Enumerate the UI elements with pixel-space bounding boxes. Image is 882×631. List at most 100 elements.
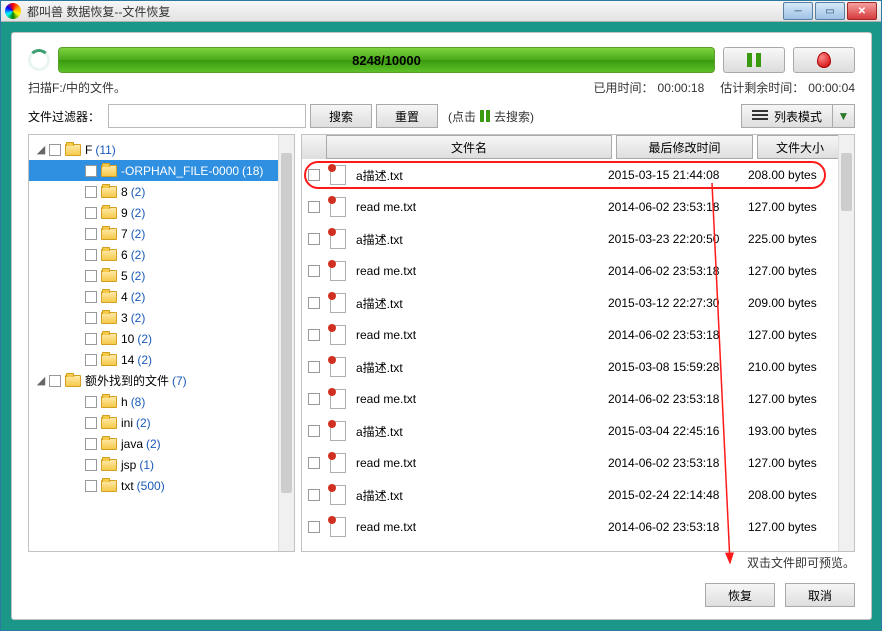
tree-item[interactable]: 4 (2)	[29, 286, 294, 307]
file-checkbox[interactable]	[308, 201, 320, 213]
tree-item[interactable]: ◢F (11)	[29, 139, 294, 160]
elapsed-value: 00:00:18	[658, 81, 705, 95]
tree-item-label: 3	[121, 311, 128, 325]
file-icon	[328, 420, 348, 442]
file-row[interactable]: read me.txt2014-06-02 23:53:18127.00 byt…	[302, 191, 838, 223]
viewmode-dropdown[interactable]: ▼	[833, 104, 855, 128]
pause-button[interactable]	[723, 47, 785, 73]
tree-item[interactable]: h (8)	[29, 391, 294, 412]
tree-item-label: 5	[121, 269, 128, 283]
tree-checkbox[interactable]	[85, 417, 97, 429]
file-checkbox[interactable]	[308, 329, 320, 341]
maximize-button[interactable]: ▭	[815, 2, 845, 20]
file-date: 2014-06-02 23:53:18	[608, 264, 748, 278]
tree-item[interactable]: ini (2)	[29, 412, 294, 433]
folder-icon	[101, 207, 117, 219]
tree-checkbox[interactable]	[85, 228, 97, 240]
tree-item[interactable]: 6 (2)	[29, 244, 294, 265]
tree-item[interactable]: ◢额外找到的文件 (7)	[29, 370, 294, 391]
reset-button[interactable]: 重置	[376, 104, 438, 128]
file-row[interactable]: a描述.txt2015-03-08 15:59:28210.00 bytes	[302, 351, 838, 383]
tree-item[interactable]: txt (500)	[29, 475, 294, 496]
tree-item-count: (18)	[242, 164, 263, 178]
file-row[interactable]: a描述.txt2015-03-04 22:45:16193.00 bytes	[302, 415, 838, 447]
tree-checkbox[interactable]	[85, 459, 97, 471]
tree-item-count: (11)	[95, 143, 115, 157]
file-row[interactable]: read me.txt2014-06-02 23:53:18127.00 byt…	[302, 511, 838, 543]
file-row[interactable]: a描述.txt2015-03-12 22:27:30209.00 bytes	[302, 287, 838, 319]
file-checkbox[interactable]	[308, 457, 320, 469]
minimize-button[interactable]: ─	[783, 2, 813, 20]
tree-checkbox[interactable]	[85, 396, 97, 408]
tree-item[interactable]: java (2)	[29, 433, 294, 454]
file-list[interactable]: a描述.txt2015-03-15 21:44:08208.00 bytesre…	[302, 159, 854, 551]
file-row[interactable]: read me.txt2014-06-02 23:53:18127.00 byt…	[302, 383, 838, 415]
main-panel: 8248/10000 扫描F:/中的文件。 已用时间： 00:00:18 估计剩…	[11, 32, 872, 620]
header-size[interactable]: 文件大小	[757, 135, 843, 159]
tree-checkbox[interactable]	[85, 165, 97, 177]
close-button[interactable]: ✕	[847, 2, 877, 20]
file-row[interactable]: a描述.txt2015-03-23 22:20:50225.00 bytes	[302, 223, 838, 255]
file-checkbox[interactable]	[308, 489, 320, 501]
tree-item[interactable]: 9 (2)	[29, 202, 294, 223]
folder-tree[interactable]: ◢F (11)-ORPHAN_FILE-0000 (18)8 (2)9 (2)7…	[29, 135, 294, 500]
tree-item[interactable]: -ORPHAN_FILE-0000 (18)	[29, 160, 294, 181]
tree-item[interactable]: 14 (2)	[29, 349, 294, 370]
recover-button[interactable]: 恢复	[705, 583, 775, 607]
tree-scrollbar[interactable]	[278, 135, 294, 551]
twisty-icon[interactable]: ◢	[35, 143, 47, 156]
filter-input[interactable]	[108, 104, 306, 128]
file-name: a描述.txt	[356, 359, 608, 376]
tree-item-count: (2)	[131, 290, 146, 304]
tree-checkbox[interactable]	[85, 186, 97, 198]
tree-checkbox[interactable]	[85, 207, 97, 219]
tree-checkbox[interactable]	[85, 270, 97, 282]
tree-item-count: (2)	[137, 353, 152, 367]
tree-item-label: 8	[121, 185, 128, 199]
file-checkbox[interactable]	[308, 521, 320, 533]
file-size: 209.00 bytes	[748, 296, 838, 310]
tree-item[interactable]: 5 (2)	[29, 265, 294, 286]
twisty-icon[interactable]: ◢	[35, 374, 47, 387]
file-checkbox[interactable]	[308, 361, 320, 373]
tree-item-count: (2)	[131, 311, 146, 325]
file-checkbox[interactable]	[308, 233, 320, 245]
tree-checkbox[interactable]	[85, 291, 97, 303]
tree-checkbox[interactable]	[85, 480, 97, 492]
tree-checkbox[interactable]	[85, 438, 97, 450]
cancel-button[interactable]: 取消	[785, 583, 855, 607]
file-row[interactable]: read me.txt2014-06-02 23:53:18127.00 byt…	[302, 319, 838, 351]
tree-checkbox[interactable]	[49, 144, 61, 156]
file-row[interactable]: read me.txt2014-06-02 23:53:18127.00 byt…	[302, 447, 838, 479]
tree-item-label: 额外找到的文件	[85, 372, 169, 389]
file-checkbox[interactable]	[308, 169, 320, 181]
viewmode-button[interactable]: 列表模式	[741, 104, 833, 128]
tree-checkbox[interactable]	[49, 375, 61, 387]
tree-item[interactable]: jsp (1)	[29, 454, 294, 475]
tree-item-count: (1)	[139, 458, 154, 472]
progress-bar: 8248/10000	[58, 47, 715, 73]
file-row[interactable]: a描述.txt2015-02-24 22:14:48208.00 bytes	[302, 479, 838, 511]
tree-checkbox[interactable]	[85, 354, 97, 366]
file-checkbox[interactable]	[308, 297, 320, 309]
search-button[interactable]: 搜索	[310, 104, 372, 128]
list-scrollbar[interactable]	[838, 135, 854, 551]
file-checkbox[interactable]	[308, 393, 320, 405]
tree-item-label: 7	[121, 227, 128, 241]
file-row[interactable]: read me.txt2014-06-02 23:53:18127.00 byt…	[302, 255, 838, 287]
file-checkbox[interactable]	[308, 425, 320, 437]
tree-checkbox[interactable]	[85, 333, 97, 345]
tree-checkbox[interactable]	[85, 312, 97, 324]
tree-item-count: (2)	[137, 332, 152, 346]
file-checkbox[interactable]	[308, 265, 320, 277]
tree-item[interactable]: 7 (2)	[29, 223, 294, 244]
header-modified[interactable]: 最后修改时间	[616, 135, 753, 159]
file-row[interactable]: a描述.txt2015-03-15 21:44:08208.00 bytes	[302, 159, 838, 191]
stop-button[interactable]	[793, 47, 855, 73]
header-filename[interactable]: 文件名	[326, 135, 612, 159]
tree-item[interactable]: 8 (2)	[29, 181, 294, 202]
tree-item[interactable]: 10 (2)	[29, 328, 294, 349]
folder-icon	[101, 438, 117, 450]
tree-checkbox[interactable]	[85, 249, 97, 261]
tree-item[interactable]: 3 (2)	[29, 307, 294, 328]
